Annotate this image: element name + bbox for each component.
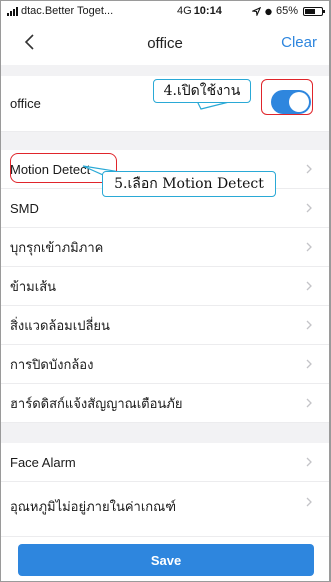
menu-item-face-alarm[interactable]: Face Alarm: [1, 443, 329, 482]
status-bar: dtac.Better Toget... 4G 10:14 65%: [1, 1, 329, 21]
chevron-right-icon: [306, 497, 312, 507]
chevron-right-icon: [306, 203, 312, 213]
battery-percent: 65%: [275, 5, 298, 17]
chevron-right-icon: [306, 320, 312, 330]
chevron-right-icon: [306, 398, 312, 408]
nav-bar: office Clear: [1, 21, 329, 65]
section-gap: [1, 423, 329, 443]
page-title: office: [147, 34, 183, 52]
menu-item-label: อุณหภูมิไม่อยู่ภายในค่าเกณฑ์: [10, 499, 176, 514]
chevron-left-icon: [24, 34, 34, 50]
step4-callout: 4.เปิดใช้งาน: [153, 79, 251, 103]
section-gap: [1, 132, 329, 150]
clear-button[interactable]: Clear: [281, 34, 317, 51]
menu-item-temperature[interactable]: อุณหภูมิไม่อยู่ภายในค่าเกณฑ์: [1, 482, 329, 537]
carrier-name: dtac.Better Toget...: [21, 5, 114, 17]
menu-item-hdd-alarm[interactable]: ฮาร์ดดิสก์แจ้งสัญญาณเตือนภัย: [1, 384, 329, 423]
menu-item-intrusion[interactable]: บุกรุกเข้าภมิภาค: [1, 228, 329, 267]
cell-signal-icon: [7, 6, 18, 16]
step5-callout: 5.เลือก Motion Detect: [102, 171, 276, 197]
menu-item-line-crossing[interactable]: ข้ามเส้น: [1, 267, 329, 306]
battery-level-fill: [305, 8, 315, 14]
chevron-right-icon: [306, 242, 312, 252]
alarm-clock-icon: [265, 8, 272, 15]
status-time: 10:14: [193, 5, 222, 17]
menu-item-scene-change[interactable]: สิ่งแวดล้อมเปลี่ยน: [1, 306, 329, 345]
menu-item-label: บุกรุกเข้าภมิภาค: [10, 239, 104, 255]
menu-item-label: สิ่งแวดล้อมเปลี่ยน: [10, 317, 110, 333]
menu-item-label: SMD: [10, 200, 39, 216]
menu-item-label: การปิดบังกล้อง: [10, 356, 94, 372]
chevron-right-icon: [306, 359, 312, 369]
back-button[interactable]: [17, 30, 41, 54]
menu-item-label: Face Alarm: [10, 454, 76, 470]
chevron-right-icon: [306, 281, 312, 291]
phone-screen: dtac.Better Toget... 4G 10:14 65% office…: [0, 0, 331, 582]
menu-item-label: ฮาร์ดดิสก์แจ้งสัญญาณเตือนภัย: [10, 395, 183, 411]
chevron-right-icon: [306, 457, 312, 467]
battery-icon: [303, 6, 325, 16]
menu-item-camera-tampering[interactable]: การปิดบังกล้อง: [1, 345, 329, 384]
menu-item-label: ข้ามเส้น: [10, 278, 57, 294]
location-arrow-icon: [251, 6, 261, 16]
save-button[interactable]: Save: [18, 544, 314, 576]
network-type: 4G: [177, 5, 192, 17]
section-gap: [1, 65, 329, 76]
chevron-right-icon: [306, 164, 312, 174]
toggle-knob: [289, 92, 309, 112]
office-enable-toggle[interactable]: [271, 90, 311, 114]
